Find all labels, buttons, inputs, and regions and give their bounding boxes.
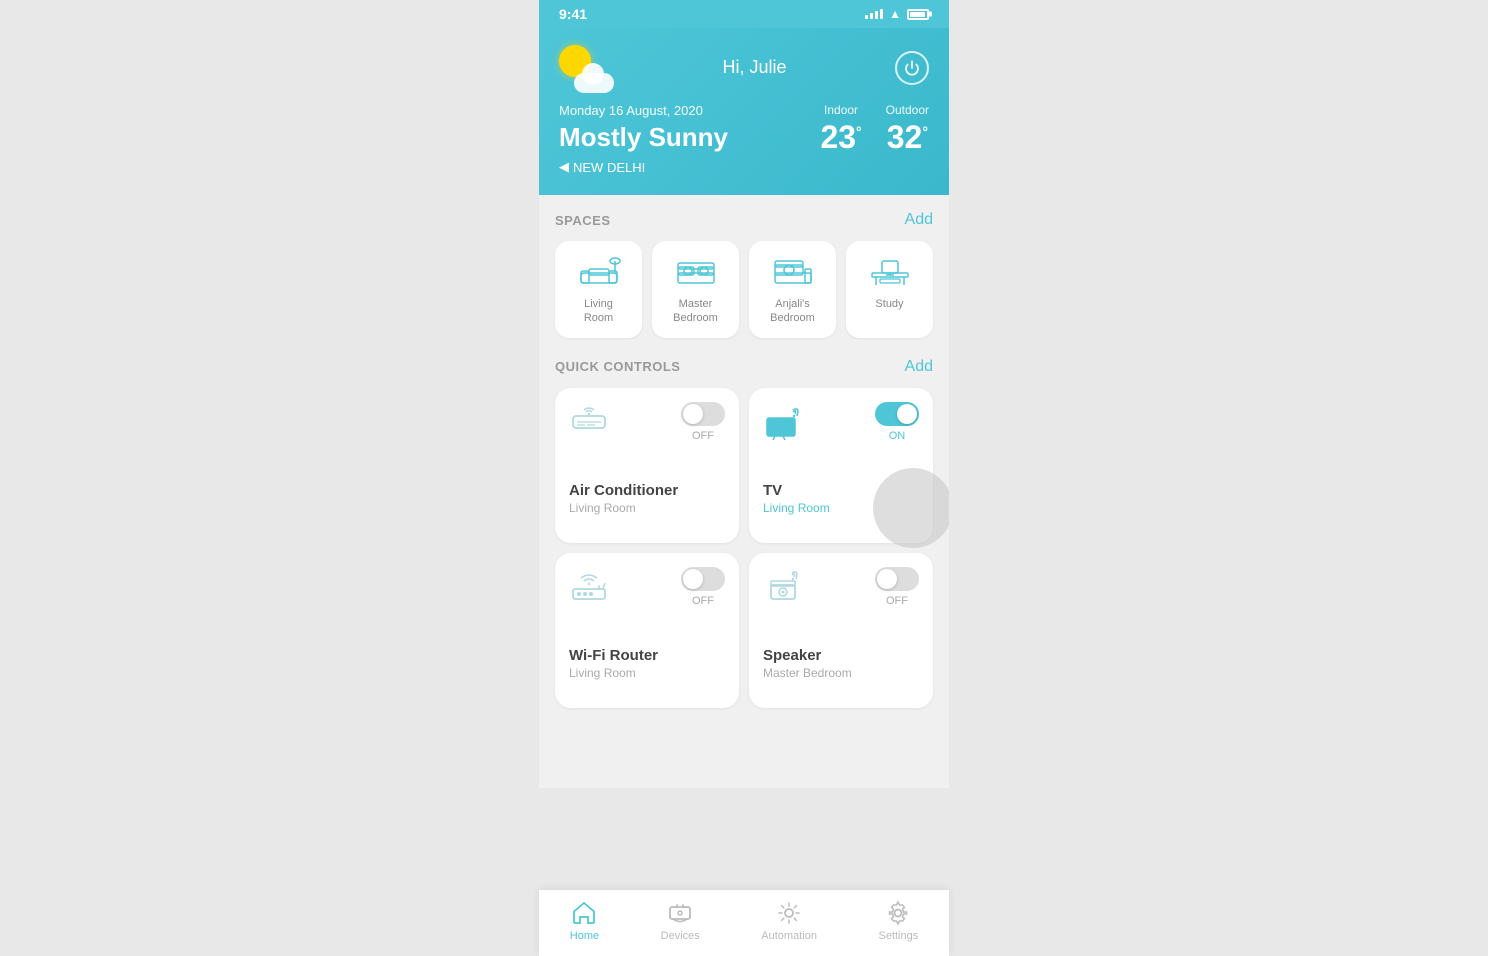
- nav-settings-label: Settings: [878, 930, 918, 942]
- device-card-ac[interactable]: OFF Air Conditioner Living Room: [555, 388, 739, 543]
- indoor-temp: Indoor 23°: [820, 103, 861, 156]
- space-label-study: Study: [875, 297, 903, 311]
- main-content: SPACES Add Living: [539, 195, 949, 788]
- tv-toggle-wrap: ON: [875, 402, 919, 442]
- space-card-anjalis-bedroom[interactable]: Anjali'sBedroom: [749, 241, 836, 338]
- nav-devices-label: Devices: [661, 930, 700, 942]
- wifi-device-name: Wi-Fi Router: [569, 647, 725, 664]
- weather-header: Hi, Julie Monday 16 August, 2020 Mostly …: [539, 28, 949, 195]
- space-label-anjalis-bedroom: Anjali'sBedroom: [770, 297, 815, 326]
- wifi-status-icon: ▲: [889, 7, 901, 21]
- quick-controls-title: QUICK CONTROLS: [555, 359, 680, 374]
- bottom-nav: Home Devices Automation Settings: [539, 890, 949, 956]
- date: Monday 16 August, 2020: [559, 103, 820, 118]
- spaces-title: SPACES: [555, 213, 611, 228]
- nav-automation[interactable]: Automation: [761, 900, 817, 942]
- anjalis-bedroom-icon: [771, 253, 815, 289]
- master-bedroom-icon: [674, 253, 718, 289]
- greeting: Hi, Julie: [614, 57, 895, 78]
- battery-icon: [907, 9, 929, 20]
- location: ◀ NEW DELHI: [559, 159, 820, 175]
- device-card-tv[interactable]: ON TV Living Room: [749, 388, 933, 543]
- ripple-overlay: [873, 468, 949, 548]
- speaker-toggle-wrap: OFF: [875, 567, 919, 607]
- status-bar: 9:41 ▲: [539, 0, 949, 28]
- ac-toggle-wrap: OFF: [681, 402, 725, 442]
- speaker-device-name: Speaker: [763, 647, 919, 664]
- tv-toggle[interactable]: [875, 402, 919, 426]
- nav-automation-label: Automation: [761, 930, 817, 942]
- spaces-grid: LivingRoom MasterBedroom: [555, 241, 933, 338]
- tv-state-label: ON: [889, 430, 906, 442]
- space-card-master-bedroom[interactable]: MasterBedroom: [652, 241, 739, 338]
- location-arrow-icon: ◀: [559, 159, 569, 175]
- signal-icon: [865, 9, 883, 19]
- ac-toggle[interactable]: [681, 402, 725, 426]
- wifi-toggle[interactable]: [681, 567, 725, 591]
- nav-devices[interactable]: Devices: [661, 900, 700, 942]
- spaces-add-button[interactable]: Add: [905, 211, 933, 229]
- ac-state-label: OFF: [692, 430, 714, 442]
- space-card-study[interactable]: Study: [846, 241, 933, 338]
- speaker-state-label: OFF: [886, 595, 908, 607]
- tv-icon: [763, 402, 803, 442]
- spaces-section-header: SPACES Add: [555, 211, 933, 229]
- ac-device-room: Living Room: [569, 501, 725, 515]
- wifi-toggle-wrap: OFF: [681, 567, 725, 607]
- speaker-device-room: Master Bedroom: [763, 666, 919, 680]
- space-label-living-room: LivingRoom: [584, 297, 613, 326]
- space-label-master-bedroom: MasterBedroom: [673, 297, 718, 326]
- speaker-toggle[interactable]: [875, 567, 919, 591]
- wifi-router-icon: [569, 567, 609, 607]
- wifi-device-room: Living Room: [569, 666, 725, 680]
- cloud-icon: [574, 73, 614, 93]
- nav-settings[interactable]: Settings: [878, 900, 918, 942]
- time: 9:41: [559, 6, 587, 22]
- nav-home-label: Home: [570, 930, 599, 942]
- study-icon: [868, 253, 912, 289]
- power-button[interactable]: [895, 51, 929, 85]
- device-card-wifi[interactable]: OFF Wi-Fi Router Living Room: [555, 553, 739, 708]
- nav-home[interactable]: Home: [570, 900, 599, 942]
- living-room-icon: [577, 253, 621, 289]
- quick-controls-section-header: QUICK CONTROLS Add: [555, 358, 933, 376]
- temperature-display: Indoor 23° Outdoor 32°: [820, 103, 929, 156]
- wifi-state-label: OFF: [692, 595, 714, 607]
- ac-device-name: Air Conditioner: [569, 482, 725, 499]
- quick-controls-grid: OFF Air Conditioner Living Room: [555, 388, 933, 708]
- space-card-living-room[interactable]: LivingRoom: [555, 241, 642, 338]
- phone-frame: 9:41 ▲ Hi, Julie: [539, 0, 949, 956]
- quick-controls-add-button[interactable]: Add: [905, 358, 933, 376]
- device-card-speaker[interactable]: OFF Speaker Master Bedroom: [749, 553, 933, 708]
- status-icons: ▲: [865, 7, 929, 21]
- outdoor-temp: Outdoor 32°: [886, 103, 929, 156]
- weather-icon: [559, 40, 614, 95]
- weather-condition: Mostly Sunny: [559, 122, 820, 153]
- speaker-icon: [763, 567, 803, 607]
- ac-icon: [569, 402, 609, 442]
